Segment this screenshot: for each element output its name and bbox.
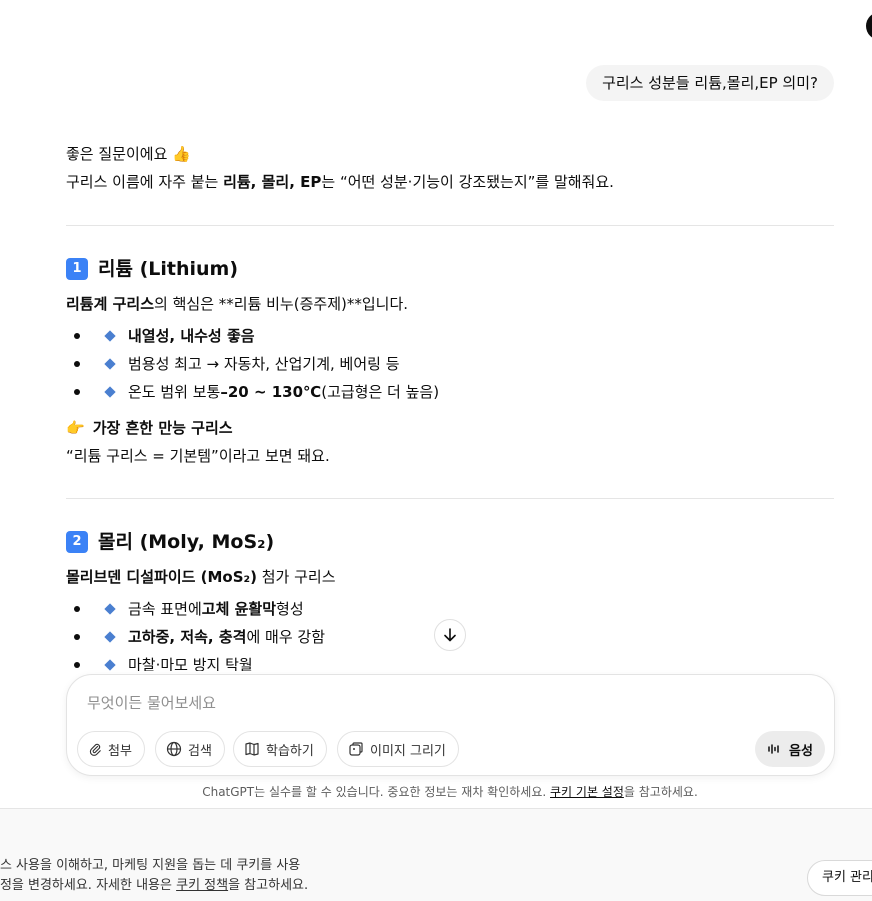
section-2-lead-bold: 몰리브덴 디설파이드 (MoS₂): [66, 568, 257, 586]
blue-diamond-icon: [104, 330, 116, 342]
profile-avatar[interactable]: [866, 12, 872, 40]
section-1-lead-rest: 의 핵심은 **리튬 비누(증주제)**입니다.: [154, 295, 409, 313]
intro-line-2: 구리스 이름에 자주 붙는 리튬, 몰리, EP는 “어떤 성분·기능이 강조됐…: [66, 168, 834, 196]
cookie-banner: 비스 사용을 이해하고, 마케팅 지원을 돕는 데 쿠키를 사용 설정을 변경하…: [0, 808, 872, 901]
scroll-to-bottom-button[interactable]: [434, 619, 466, 651]
bullet-text-bold: 고체 윤활막: [201, 600, 277, 618]
list-item: 범용성 최고 → 자동차, 산업기계, 베어링 등: [66, 350, 400, 378]
globe-icon: [166, 741, 182, 757]
disclaimer-prefix: ChatGPT는 실수를 할 수 있습니다. 중요한 정보는 재차 확인하세요.: [202, 785, 551, 799]
bullet-text: 범용성 최고 → 자동차, 산업기계, 베어링 등: [128, 355, 400, 373]
waveform-icon: [768, 744, 779, 754]
paperclip-icon: [89, 743, 101, 756]
section-1-title-latin: (Lithium): [139, 258, 239, 280]
blue-diamond-icon: [104, 659, 116, 671]
section-2-lead: 몰리브덴 디설파이드 (MoS₂) 첨가 구리스: [66, 563, 336, 591]
list-item: 고하중, 저속, 충격 에 매우 강함: [66, 623, 325, 651]
create-image-label: 이미지 그리기: [370, 743, 446, 759]
voice-mode-button[interactable]: 음성: [755, 731, 825, 767]
section-2-title-kr: 몰리: [98, 531, 133, 553]
section-2-heading: 2 몰리 (Moly, MoS₂): [66, 528, 274, 556]
bullet-text-bold: –20 ~ 130℃: [220, 383, 322, 401]
section-2-title: 몰리 (Moly, MoS₂): [98, 528, 274, 556]
cookie-banner-line-1: 비스 사용을 이해하고, 마케팅 지원을 돕는 데 쿠키를 사용: [0, 858, 301, 873]
bullet-dot-icon: [74, 634, 80, 640]
bullet-dot-icon: [74, 361, 80, 367]
book-icon: [245, 742, 259, 756]
bullet-dot-icon: [74, 606, 80, 612]
prompt-input[interactable]: [87, 689, 727, 717]
section-2-title-latin: (Moly, MoS₂): [139, 531, 275, 553]
list-item: 금속 표면에 고체 윤활막 형성: [66, 595, 304, 623]
create-image-button[interactable]: 이미지 그리기: [337, 731, 459, 767]
cookie-policy-link[interactable]: 쿠키 정책: [176, 878, 228, 893]
manage-cookies-button[interactable]: 쿠키 관리: [807, 860, 872, 896]
bullet-text-rest: 형성: [276, 600, 304, 618]
bullet-text: 마찰·마모 방지 탁월: [128, 656, 253, 671]
section-1-lead-bold: 리튬계 구리스: [66, 295, 155, 313]
blue-diamond-icon: [104, 386, 116, 398]
bullet-dot-icon: [74, 333, 80, 339]
cookie-banner-text: 비스 사용을 이해하고, 마케팅 지원을 돕는 데 쿠키를 사용 설정을 변경하…: [0, 856, 308, 896]
section-1-heading: 1 리튬 (Lithium): [66, 255, 238, 283]
image-brush-icon: [349, 742, 363, 756]
keycap-number-icon: 2: [66, 531, 88, 553]
search-button[interactable]: 검색: [155, 731, 225, 767]
list-item: 내열성, 내수성 좋음: [66, 322, 255, 350]
section-1-note-line: “리튬 구리스 = 기본템”이라고 보면 돼요.: [66, 447, 330, 465]
cookie-preferences-link[interactable]: 쿠키 기본 설정: [550, 785, 624, 799]
disclaimer-text: ChatGPT는 실수를 할 수 있습니다. 중요한 정보는 재차 확인하세요.…: [0, 783, 872, 801]
arrow-down-icon: [444, 628, 456, 642]
list-item: 마찰·마모 방지 탁월: [66, 651, 253, 671]
disclaimer-suffix: 을 참고하세요.: [623, 785, 698, 799]
intro-line-2-bold: 리튬, 몰리, EP: [223, 173, 322, 191]
intro-line-1: 좋은 질문이에요 👍: [66, 145, 191, 163]
blue-diamond-icon: [104, 631, 116, 643]
blue-diamond-icon: [104, 603, 116, 615]
section-divider: [66, 498, 834, 499]
attach-button[interactable]: 첨부: [77, 731, 145, 767]
blue-diamond-icon: [104, 358, 116, 370]
intro-line-2-prefix: 구리스 이름에 자주 붙는: [66, 173, 224, 191]
section-1-note: 👉 가장 흔한 만능 구리스: [66, 414, 233, 442]
list-item: 온도 범위 보통 –20 ~ 130℃ (고급형은 더 높음): [66, 378, 439, 406]
pointing-hand-icon: 👉: [66, 419, 85, 437]
keycap-number-icon: 1: [66, 258, 88, 280]
attach-label: 첨부: [108, 743, 132, 759]
cookie-banner-line-2: 설정을 변경하세요. 자세한 내용은 쿠키 정책을 참고하세요.: [0, 876, 308, 896]
section-divider: [66, 225, 834, 226]
cookie-banner-line-2-suffix: 을 참고하세요.: [228, 878, 309, 893]
message-composer: 첨부 검색 학습하기 이미지 그리기 음성: [66, 674, 835, 776]
study-label: 학습하기: [266, 743, 314, 759]
search-label: 검색: [188, 743, 212, 759]
section-1-note-bold: 가장 흔한 만능 구리스: [92, 419, 233, 437]
bullet-dot-icon: [74, 389, 80, 395]
assistant-answer-intro: 좋은 질문이에요 👍 구리스 이름에 자주 붙는 리튬, 몰리, EP는 “어떤…: [66, 140, 834, 196]
bullet-text-rest: 에 매우 강함: [246, 628, 325, 646]
cookie-banner-line-2-prefix: 설정을 변경하세요. 자세한 내용은: [0, 878, 177, 893]
bullet-text-pre: 금속 표면에: [128, 600, 202, 618]
bullet-text-bold: 내열성, 내수성 좋음: [128, 327, 255, 345]
bullet-text-rest: (고급형은 더 높음): [321, 383, 440, 401]
study-button[interactable]: 학습하기: [233, 731, 327, 767]
voice-label: 음성: [789, 743, 813, 759]
intro-line-2-suffix: 는 “어떤 성분·기능이 강조됐는지”를 말해줘요.: [321, 173, 614, 191]
section-1-title-kr: 리튬: [98, 258, 133, 280]
section-1-lead: 리튬계 구리스의 핵심은 **리튬 비누(증주제)**입니다.: [66, 290, 408, 318]
user-message-bubble: 구리스 성분들 리튬,몰리,EP 의미?: [586, 65, 834, 101]
section-1-title: 리튬 (Lithium): [98, 255, 238, 283]
bullet-dot-icon: [74, 662, 80, 668]
user-message-text: 구리스 성분들 리튬,몰리,EP 의미?: [602, 74, 818, 92]
bullet-text-bold: 고하중, 저속, 충격: [128, 628, 247, 646]
section-2-lead-rest: 첨가 구리스: [256, 568, 336, 586]
bullet-text-pre: 온도 범위 보통: [128, 383, 221, 401]
